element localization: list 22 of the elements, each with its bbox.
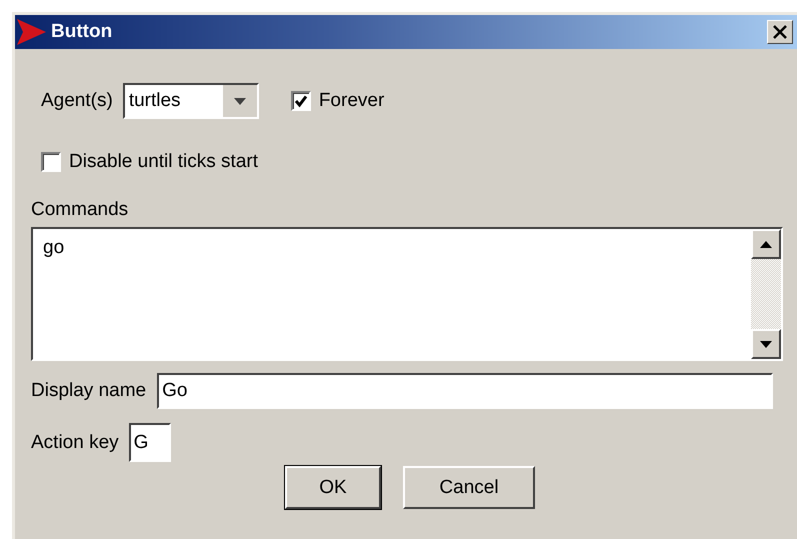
checkbox-label: Forever xyxy=(318,90,384,112)
close-icon xyxy=(773,25,787,39)
scrollbar[interactable] xyxy=(751,229,781,359)
checkbox[interactable] xyxy=(290,91,311,111)
dialog-button[interactable]: OK xyxy=(285,466,381,509)
app-logo-icon xyxy=(15,18,47,46)
agents-dropdown[interactable]: turtles xyxy=(122,83,259,119)
close-button[interactable] xyxy=(767,20,793,44)
checkbox-label: Disable until ticks start xyxy=(69,151,258,173)
action-key-field[interactable]: G xyxy=(128,423,171,462)
scroll-down-icon xyxy=(760,340,772,348)
dialog-button[interactable]: Cancel xyxy=(403,466,535,509)
dropdown-arrow-icon xyxy=(234,98,246,104)
scroll-up-icon xyxy=(760,240,772,248)
commands-editor[interactable]: go xyxy=(31,227,783,361)
checkbox[interactable] xyxy=(41,152,61,172)
commands-label: Commands xyxy=(31,199,128,221)
agents-label: Agent(s) xyxy=(41,90,113,112)
display-name-label: Display name xyxy=(31,380,146,402)
action-key-label: Action key xyxy=(31,432,119,454)
display-name-field[interactable]: Go xyxy=(157,373,774,409)
window-title: Button xyxy=(51,21,112,43)
